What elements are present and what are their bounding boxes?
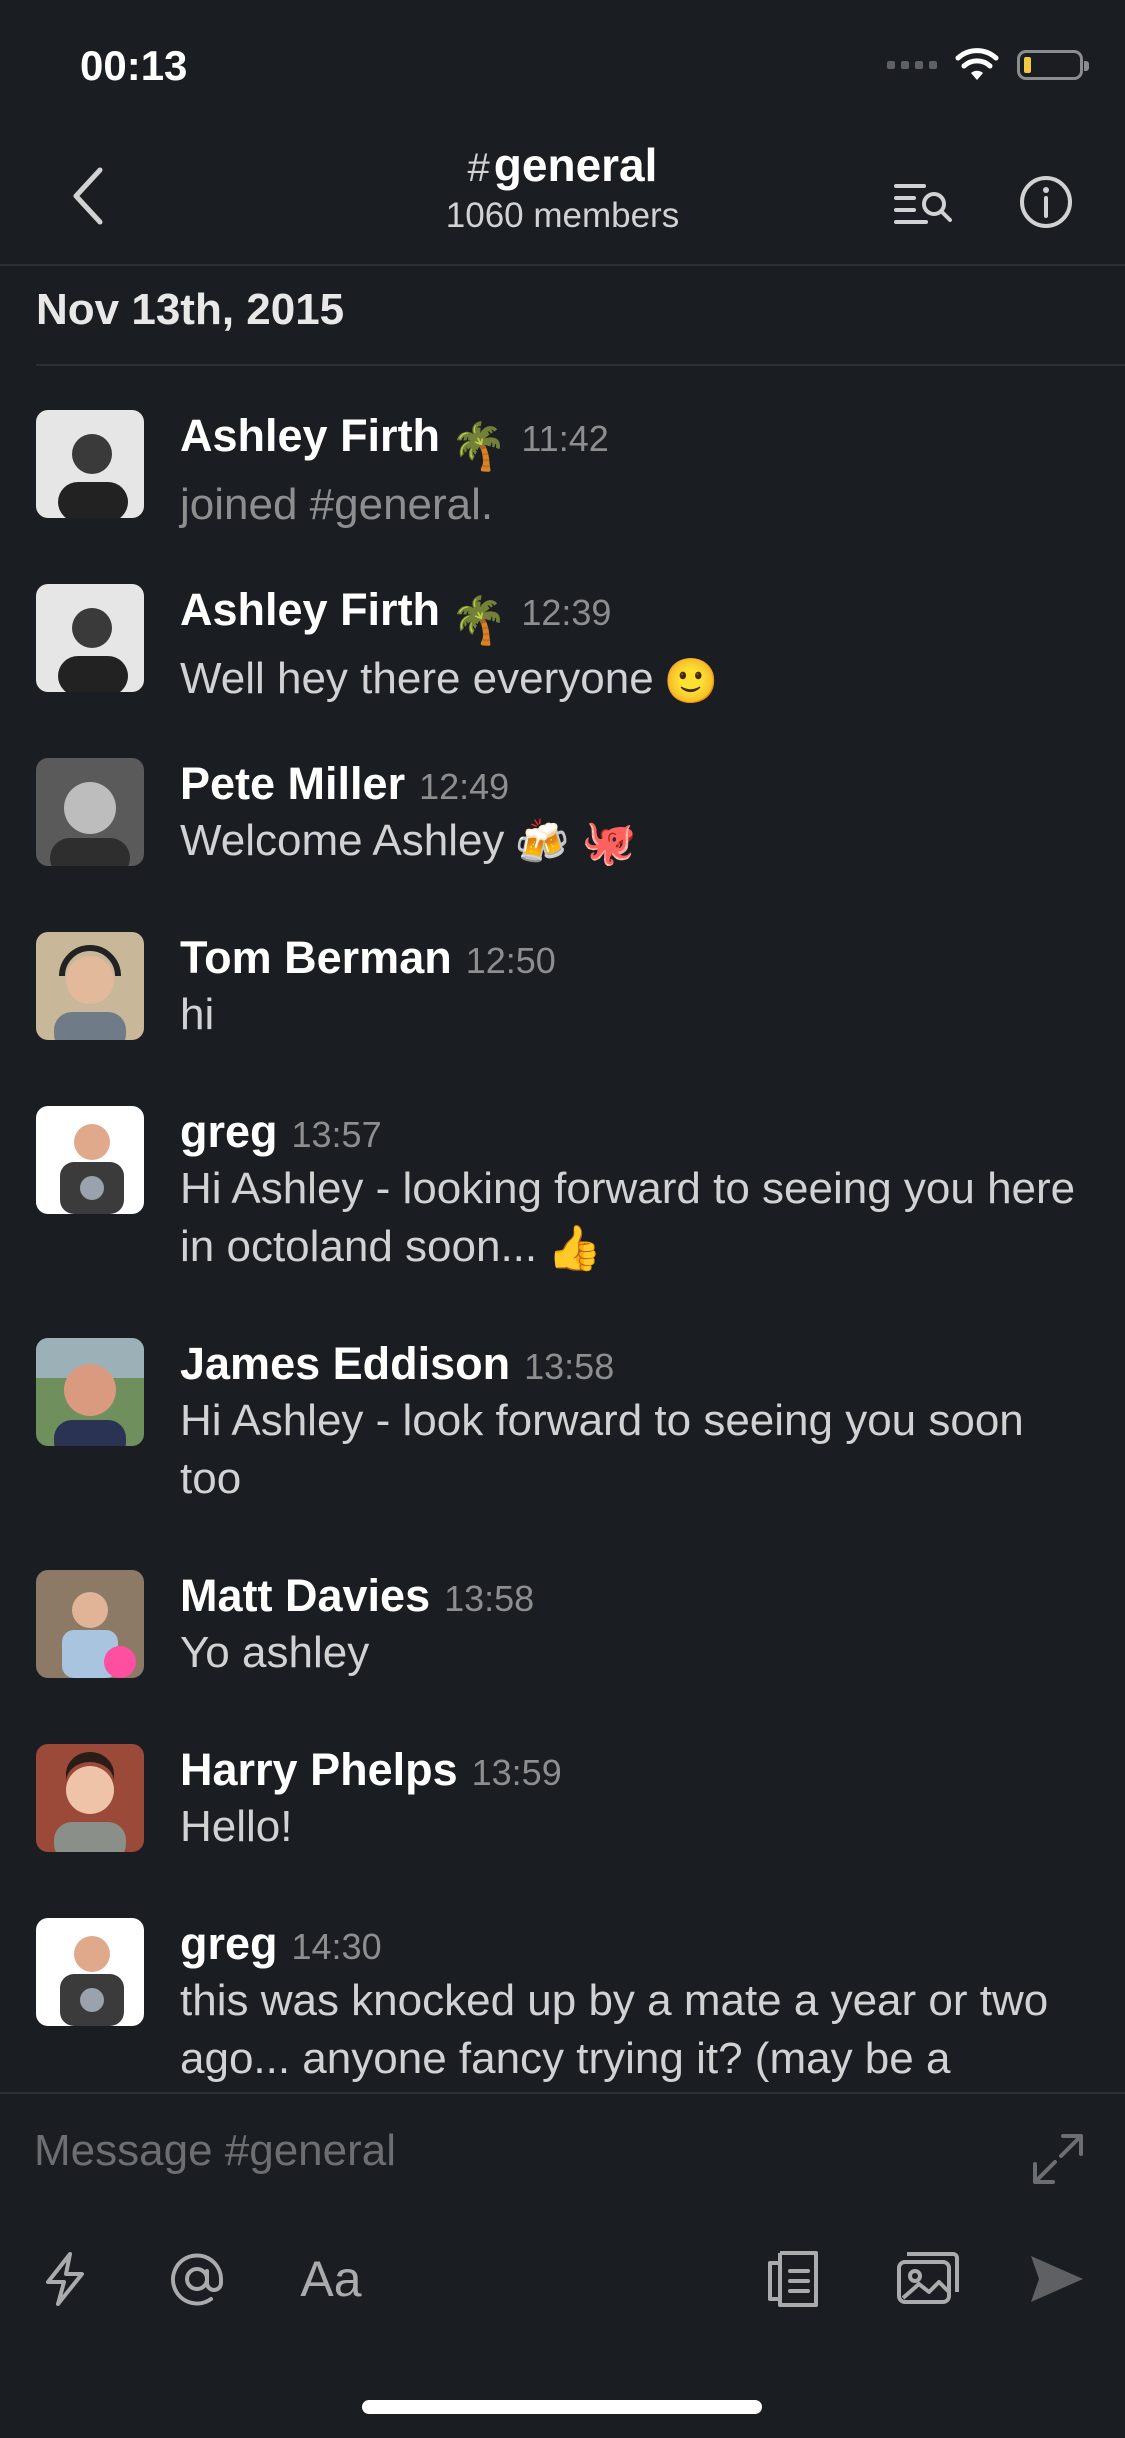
sender-name[interactable]: Ashley Firth xyxy=(180,584,440,635)
sender-name[interactable]: Harry Phelps xyxy=(180,1744,458,1795)
message-body: Welcome Ashley xyxy=(180,816,505,865)
timestamp: 14:30 xyxy=(291,1926,382,1967)
message-text: Hi Ashley - look forward to seeing you s… xyxy=(180,1396,1024,1503)
message-text: hi xyxy=(180,990,215,1039)
message-text: Yo ashley xyxy=(180,1628,370,1677)
member-count: 1060 members xyxy=(445,196,680,235)
channel-title: #general xyxy=(0,138,1125,192)
emoji: 👍 xyxy=(547,1224,602,1274)
home-indicator[interactable] xyxy=(362,2400,762,2414)
info-icon xyxy=(1020,176,1072,228)
sender-name[interactable]: Tom Berman xyxy=(180,932,452,983)
message-composer: Message #general Aa xyxy=(0,2092,1125,2438)
status-icons xyxy=(887,48,1089,82)
battery-icon xyxy=(1017,50,1089,80)
divider xyxy=(36,364,1125,366)
sender-name[interactable]: James Eddison xyxy=(180,1338,510,1389)
send-icon xyxy=(1031,2256,1083,2302)
timestamp: 12:50 xyxy=(465,940,556,981)
message-text: Well hey there everyone 🙂 xyxy=(180,650,1095,710)
attach-file-button[interactable] xyxy=(758,2244,828,2314)
expand-icon xyxy=(1033,2134,1083,2184)
timestamp: 13:59 xyxy=(471,1752,562,1793)
message-text: Welcome Ashley 🍻 🐙 xyxy=(180,812,1095,872)
file-icon xyxy=(768,2251,818,2307)
lightning-icon xyxy=(46,2252,84,2306)
avatar[interactable] xyxy=(36,758,144,866)
avatar[interactable] xyxy=(36,1570,144,1678)
avatar[interactable] xyxy=(36,932,144,1040)
status-bar: 00:13 xyxy=(0,0,1125,130)
timestamp: 13:58 xyxy=(524,1346,615,1387)
timestamp: 12:39 xyxy=(521,592,612,633)
emoji: 🙂 xyxy=(663,656,719,706)
mention-button[interactable] xyxy=(162,2244,232,2314)
message-text: this was knocked up by a mate a year or … xyxy=(180,1976,1049,2083)
avatar[interactable] xyxy=(36,584,144,692)
hash-icon: # xyxy=(467,146,490,190)
message-body: Well hey there everyone xyxy=(180,654,654,704)
wifi-icon xyxy=(955,48,999,80)
expand-button[interactable] xyxy=(1029,2130,1087,2193)
status-emoji: 🌴 xyxy=(450,420,508,473)
channel-header: #general 1060 members xyxy=(0,130,1125,266)
sender-name[interactable]: Ashley Firth xyxy=(180,410,440,461)
avatar[interactable] xyxy=(36,1106,144,1214)
sender-name[interactable]: Matt Davies xyxy=(180,1570,430,1621)
text-format-button[interactable]: Aa xyxy=(296,2244,366,2314)
sender-name[interactable]: greg xyxy=(180,1106,278,1157)
avatar[interactable] xyxy=(36,410,144,518)
avatar[interactable] xyxy=(36,1744,144,1852)
status-emoji: 🌴 xyxy=(450,594,508,647)
emoji: 🍻 🐙 xyxy=(514,818,637,868)
message-list[interactable]: Ashley Firth 🌴 11:42 joined #general. Ashl… xyxy=(0,400,1125,2090)
message-text: Hello! xyxy=(180,1802,293,1851)
send-button[interactable] xyxy=(1022,2244,1092,2314)
channel-name: general xyxy=(493,139,658,191)
date-divider: Nov 13th, 2015 xyxy=(36,285,345,334)
avatar[interactable] xyxy=(36,1338,144,1446)
timestamp: 11:42 xyxy=(521,418,609,459)
photo-icon xyxy=(897,2252,959,2304)
avatar[interactable] xyxy=(36,1918,144,2026)
channel-title-area[interactable]: #general 1060 members xyxy=(0,138,1125,236)
message-text: Hi Ashley - looking forward to seeing yo… xyxy=(180,1160,1095,1278)
cellular-signal-icon xyxy=(887,61,937,69)
attach-photo-button[interactable] xyxy=(892,2244,962,2314)
sender-name[interactable]: Pete Miller xyxy=(180,758,405,809)
channel-info-button[interactable] xyxy=(1014,170,1078,234)
timestamp: 13:58 xyxy=(444,1578,535,1619)
timestamp: 12:49 xyxy=(419,766,510,807)
sender-name[interactable]: greg xyxy=(180,1918,278,1969)
at-mention-icon xyxy=(171,2253,223,2306)
timestamp: 13:57 xyxy=(291,1114,382,1155)
status-time: 00:13 xyxy=(80,42,188,89)
shortcuts-button[interactable] xyxy=(30,2244,100,2314)
search-messages-icon xyxy=(894,184,952,224)
search-messages-button[interactable] xyxy=(892,170,956,234)
message-body: Hi Ashley - looking forward to seeing yo… xyxy=(180,1164,1076,1271)
message-input[interactable]: Message #general xyxy=(34,2126,396,2176)
message-text: joined #general. xyxy=(180,480,494,530)
